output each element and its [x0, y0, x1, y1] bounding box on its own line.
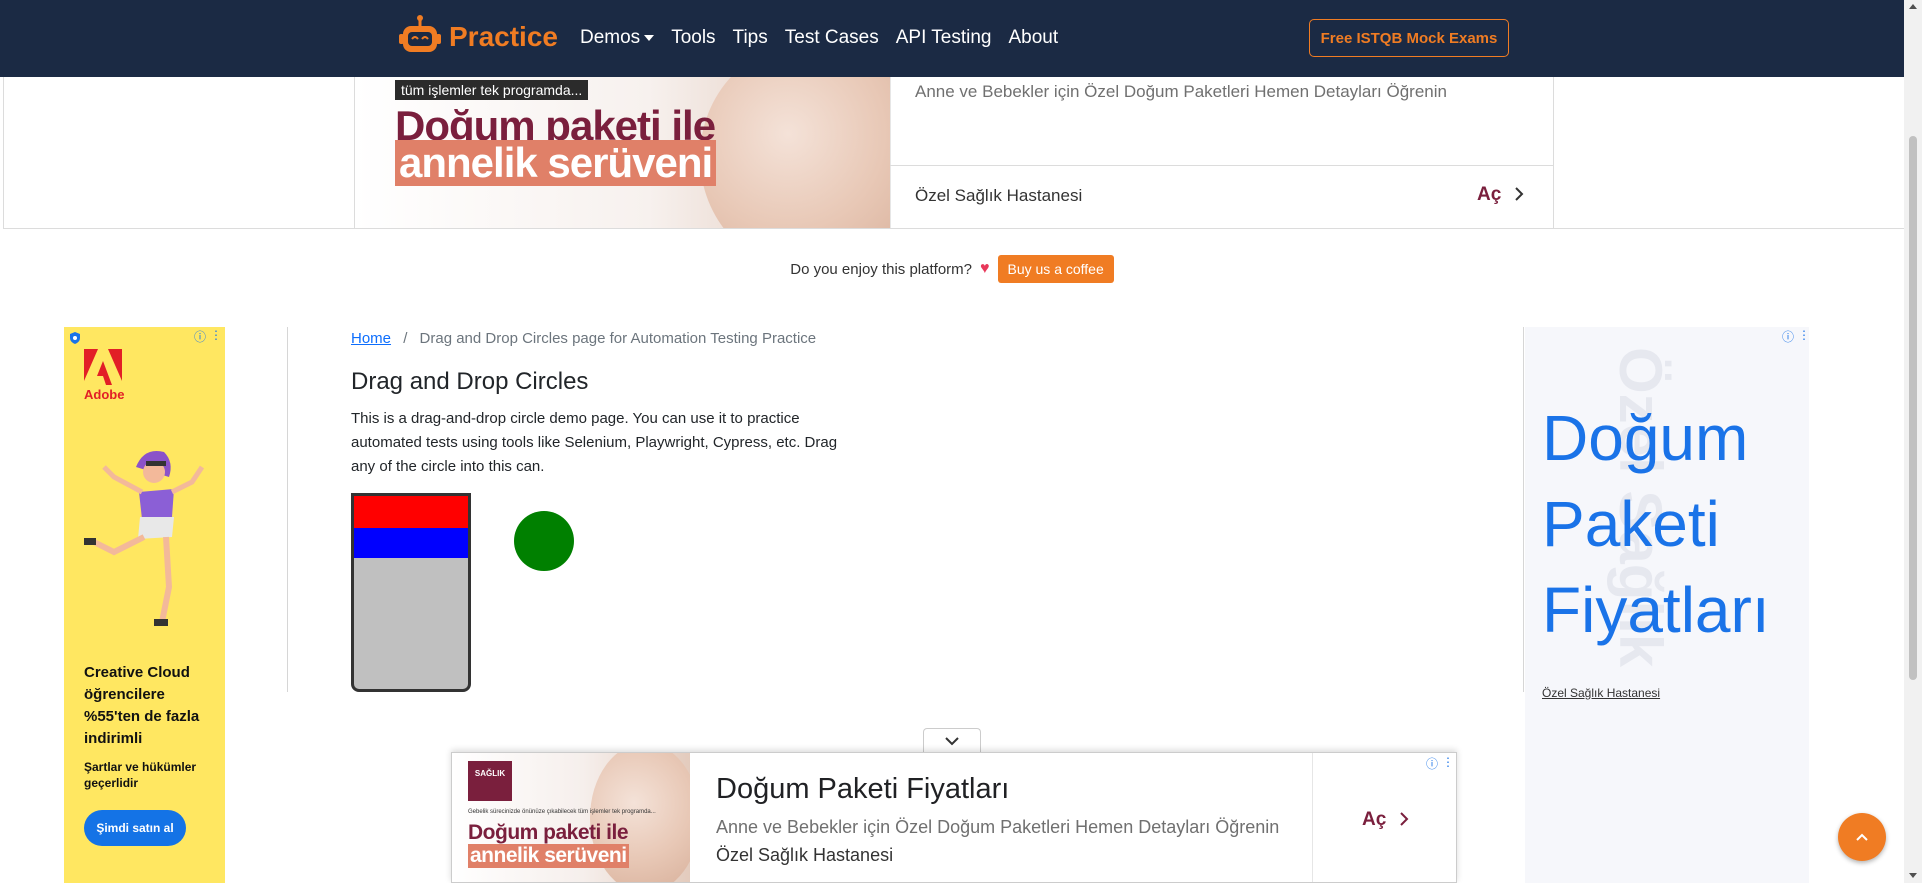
- top-ad-banner[interactable]: tüm işlemler tek programda... Doğum pake…: [354, 62, 1554, 229]
- green-draggable-circle[interactable]: [514, 511, 574, 571]
- blue-circle-in-can: [354, 528, 468, 558]
- bottom-ad-headline-2: annelik serüveni: [468, 844, 629, 868]
- left-ad-subtitle: Şartlar ve hükümler geçerlidir: [84, 760, 197, 790]
- heart-icon: ♥: [980, 260, 990, 277]
- bottom-ad-tag: Gebelik sürecinizde önünüze çıkabilecek …: [468, 809, 656, 815]
- nav-api-testing[interactable]: API Testing: [896, 27, 992, 49]
- left-ad-title: Creative Cloud öğrencilere %55'ten de fa…: [84, 664, 200, 747]
- left-ad-buy-button[interactable]: Şimdi satın al: [84, 810, 186, 846]
- right-ad-title[interactable]: Doğum Paketi Fiyatları: [1542, 395, 1792, 653]
- breadcrumb-separator: /: [403, 330, 408, 347]
- page-title: Drag and Drop Circles: [351, 368, 589, 395]
- ad-woman-image: [700, 62, 890, 228]
- nav-tools[interactable]: Tools: [671, 27, 715, 49]
- bottom-ad-title[interactable]: Doğum Paketi Fiyatları: [716, 773, 1009, 806]
- coffee-text: Do you enjoy this platform?: [790, 260, 972, 278]
- chevron-right-icon: [1514, 187, 1523, 201]
- scrollbar-thumb[interactable]: [1909, 136, 1917, 680]
- top-navbar: Practice Demos Tools Tips Test Cases API…: [0, 0, 1904, 77]
- chevron-down-icon: [945, 736, 959, 745]
- buy-coffee-button[interactable]: Buy us a coffee: [997, 255, 1114, 283]
- divider: [890, 62, 891, 228]
- open-label: Aç: [1362, 809, 1387, 830]
- open-label: Aç: [1477, 184, 1502, 205]
- right-sidebar-ad[interactable]: Özel Sağlık ⓘ ⋮ Doğum Paketi Fiyatları Ö…: [1525, 327, 1809, 883]
- nav-about[interactable]: About: [1009, 27, 1059, 49]
- dancing-figure-illustration: [84, 451, 205, 626]
- saglik-badge: SAĞLIK: [468, 761, 512, 801]
- top-ad-tag: tüm işlemler tek programda...: [395, 80, 589, 100]
- ad-info-icon[interactable]: ⓘ: [1782, 328, 1794, 345]
- nav-test-cases[interactable]: Test Cases: [785, 27, 879, 49]
- adobe-logo-icon: [84, 349, 122, 385]
- robot-logo-icon: [399, 15, 441, 52]
- right-ad-sponsor[interactable]: Özel Sağlık Hastanesi: [1542, 686, 1660, 700]
- brand-name[interactable]: Practice: [449, 21, 558, 53]
- caret-down-icon: [644, 34, 655, 41]
- top-ad-description[interactable]: Anne ve Bebekler için Özel Doğum Paketle…: [915, 82, 1447, 102]
- ad-menu-icon[interactable]: ⋮: [1798, 328, 1809, 342]
- breadcrumb-home-link[interactable]: Home: [351, 330, 391, 347]
- page-scrollbar[interactable]: [1904, 0, 1922, 883]
- bottom-anchor-ad[interactable]: SAĞLIK Gebelik sürecinizde önünüze çıkab…: [451, 752, 1457, 883]
- adobe-brand-label: Adobe: [84, 387, 125, 402]
- chevron-up-icon: [1856, 833, 1868, 841]
- bottom-ad-sponsor[interactable]: Özel Sağlık Hastanesi: [716, 845, 893, 866]
- red-circle-in-can: [354, 496, 468, 528]
- scroll-down-arrow-icon[interactable]: [1909, 873, 1917, 878]
- drop-target-can[interactable]: [351, 493, 471, 692]
- back-to-top-button[interactable]: [1838, 813, 1886, 861]
- istqb-mock-exams-button[interactable]: Free ISTQB Mock Exams: [1309, 19, 1509, 57]
- top-ad-open-button[interactable]: Aç: [1477, 184, 1525, 206]
- top-ad-image[interactable]: tüm işlemler tek programda... Doğum pake…: [355, 62, 890, 228]
- brand-logo-link[interactable]: Practice: [397, 14, 558, 60]
- page-description: This is a drag-and-drop circle demo page…: [351, 410, 838, 475]
- breadcrumb: Home / Drag and Drop Circles page for Au…: [351, 330, 816, 347]
- nav-demos-label: Demos: [580, 27, 641, 48]
- divider: [1523, 327, 1524, 692]
- ad-menu-icon[interactable]: ⋮: [1442, 755, 1454, 769]
- divider: [1312, 753, 1313, 882]
- left-sidebar-ad[interactable]: ⓘ ⋮ Adobe Creative Cloud öğrencilere %55…: [64, 327, 225, 883]
- breadcrumb-current: Drag and Drop Circles page for Automatio…: [419, 330, 817, 347]
- nav-links: Demos Tools Tips Test Cases API Testing …: [580, 27, 1075, 49]
- coffee-prompt: Do you enjoy this platform? ♥ Buy us a c…: [0, 255, 1904, 283]
- bottom-ad-open-button[interactable]: Aç: [1362, 809, 1410, 831]
- bottom-ad-description[interactable]: Anne ve Bebekler için Özel Doğum Paketle…: [716, 817, 1279, 838]
- nav-tips[interactable]: Tips: [733, 27, 768, 49]
- ad-choices-shield-icon[interactable]: [68, 331, 82, 345]
- divider: [890, 165, 1553, 166]
- scroll-up-arrow-icon[interactable]: [1909, 4, 1917, 9]
- collapse-ad-button[interactable]: [923, 728, 981, 752]
- ad-info-icon[interactable]: ⓘ: [1426, 755, 1438, 772]
- divider: [287, 327, 288, 692]
- top-ad-headline-2: annelik serüveni: [395, 140, 717, 186]
- bottom-ad-image[interactable]: SAĞLIK Gebelik sürecinizde önünüze çıkab…: [452, 753, 690, 882]
- top-ad-sponsor[interactable]: Özel Sağlık Hastanesi: [915, 186, 1082, 206]
- nav-demos-dropdown[interactable]: Demos: [580, 27, 655, 49]
- ad-menu-icon[interactable]: ⋮: [210, 328, 222, 342]
- ad-info-icon[interactable]: ⓘ: [194, 328, 206, 345]
- chevron-right-icon: [1399, 812, 1408, 826]
- bottom-ad-headline-1: Doğum paketi ile: [468, 821, 629, 844]
